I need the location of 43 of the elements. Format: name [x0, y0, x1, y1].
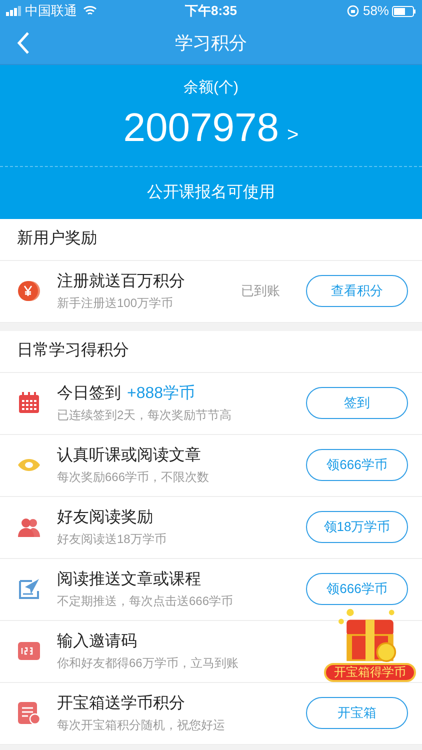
- task-title: 认真听课或阅读文章: [57, 446, 201, 466]
- task-description: 新手注册送100万学币: [57, 295, 174, 312]
- task-description: 每次奖励666学币，不限次数: [57, 469, 210, 486]
- usage-note: 公开课报名可使用: [147, 182, 275, 202]
- page-title: 学习积分: [175, 32, 247, 54]
- bill-icon: [17, 701, 41, 725]
- reward-button[interactable]: 开宝箱: [306, 697, 408, 729]
- document-plane-icon: [17, 577, 41, 601]
- open-chest-badge[interactable]: 开宝箱得学币: [324, 662, 416, 682]
- battery-percent: 58%: [362, 2, 389, 20]
- reward-button[interactable]: 签到: [306, 387, 408, 419]
- received-status: 已到账: [241, 282, 280, 300]
- task-title: 输入邀请码: [57, 632, 137, 652]
- section-heading: 日常学习得积分: [17, 340, 129, 361]
- balance-amount[interactable]: 2007978: [123, 104, 280, 152]
- task-description: 你和好友都得66万学币，立马到账: [57, 655, 238, 672]
- task-title: 注册就送百万积分: [57, 272, 185, 292]
- bonus-amount: +888学币: [127, 384, 196, 404]
- reward-button[interactable]: 查看积分: [306, 275, 408, 307]
- reward-button[interactable]: 领666学币: [306, 573, 408, 605]
- rotation-lock-icon: [346, 5, 359, 17]
- task-description: 每次开宝箱积分随机，祝您好运: [57, 717, 225, 734]
- task-title: 今日签到: [57, 384, 121, 404]
- task-description: 好友阅读送18万学币: [57, 531, 166, 548]
- task-title: 好友阅读奖励: [57, 508, 153, 528]
- task-description: 不定期推送，每次点击送666学币: [57, 593, 234, 610]
- reward-button[interactable]: 领18万学币: [306, 511, 408, 543]
- calendar-icon: [17, 391, 41, 415]
- number-code-icon: [17, 639, 41, 663]
- carrier-name: 中国联通: [25, 2, 77, 20]
- wifi-icon: [83, 6, 97, 16]
- back-chevron-icon: [16, 31, 30, 55]
- balance-label: 余额(个): [184, 78, 238, 98]
- section-heading: 新用户奖励: [17, 228, 97, 249]
- balance-arrow[interactable]: >: [287, 120, 299, 150]
- task-title: 开宝箱送学币积分: [57, 694, 185, 714]
- yen-coin-icon: [17, 279, 41, 303]
- battery-icon: [392, 6, 416, 16]
- reward-button[interactable]: 领666学币: [306, 449, 408, 481]
- signal-icon: [6, 6, 22, 16]
- task-title: 阅读推送文章或课程: [57, 570, 201, 590]
- clock-time: 下午8:35: [184, 2, 238, 20]
- task-description: 已连续签到2天，每次奖励节节高: [57, 407, 232, 424]
